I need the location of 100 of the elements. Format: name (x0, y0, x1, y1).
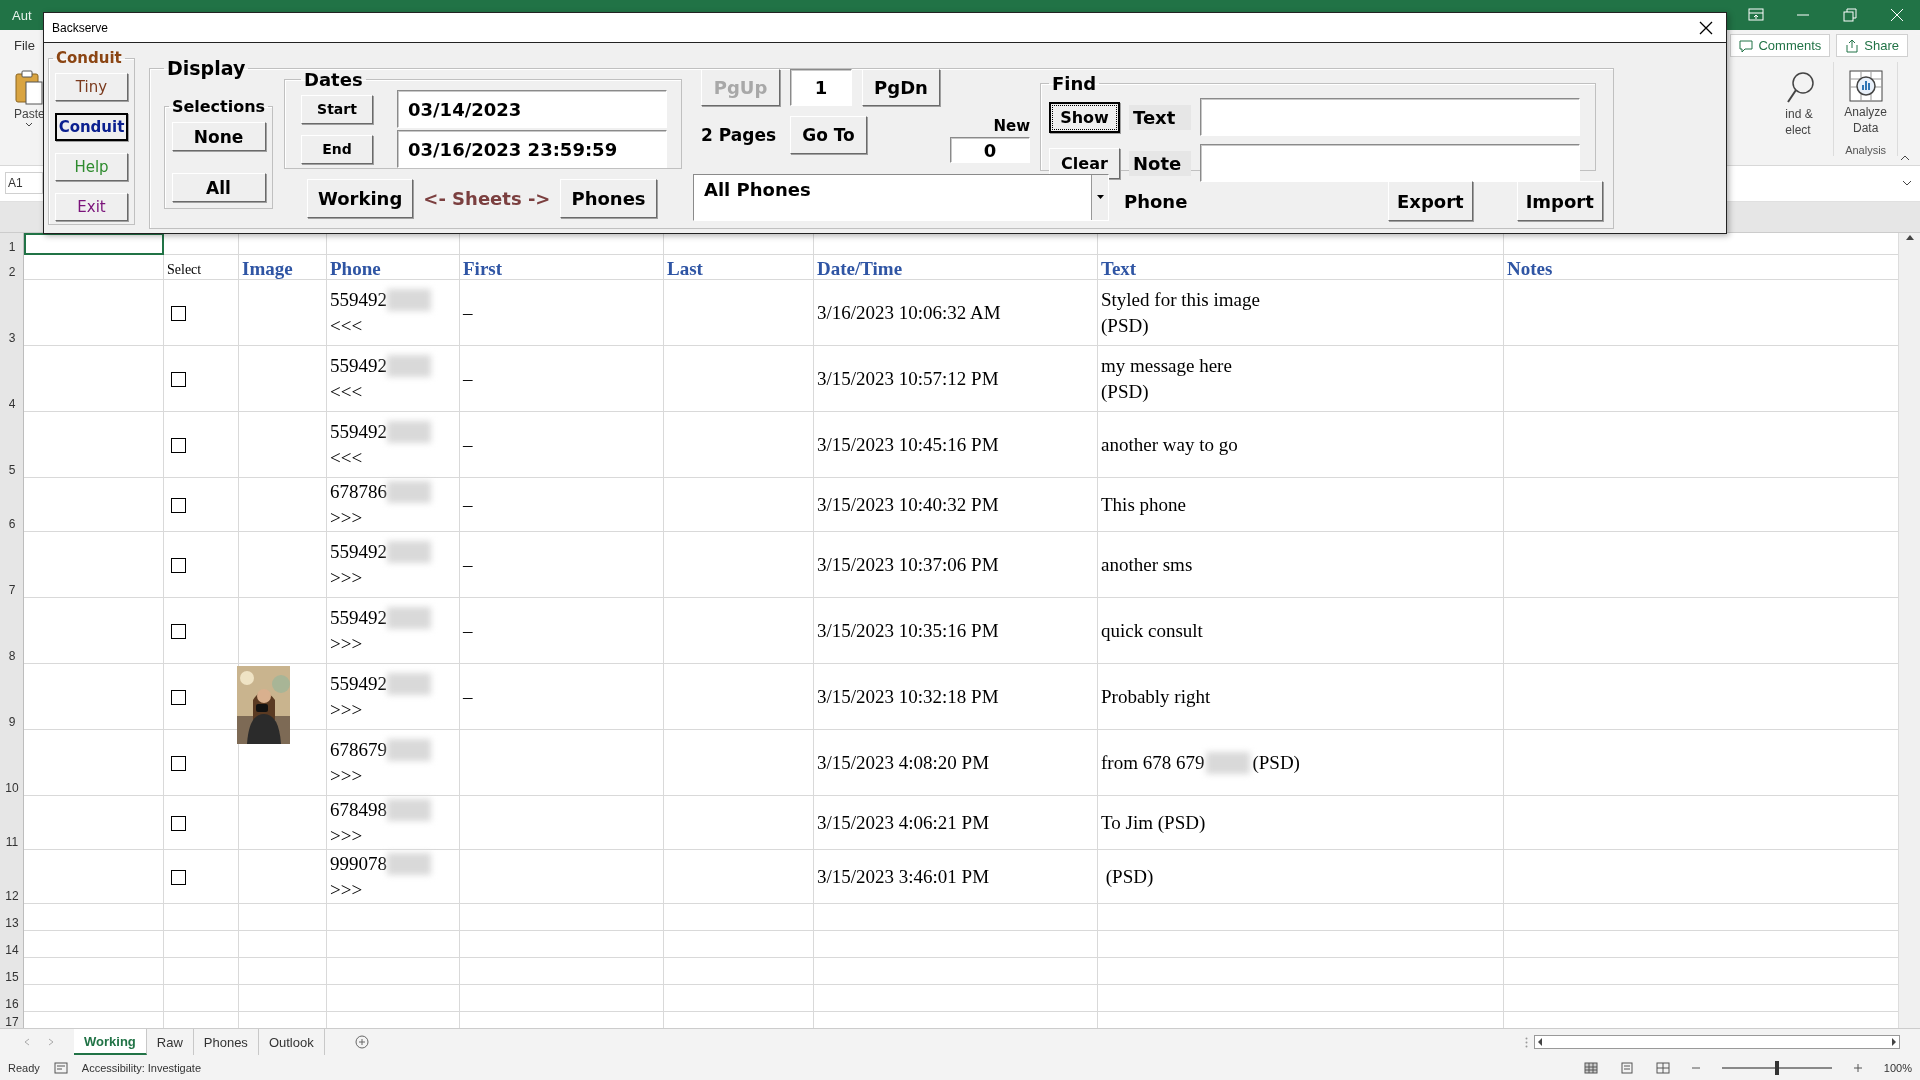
scroll-right-icon[interactable] (1891, 1038, 1897, 1047)
row-number: 8 (7, 648, 17, 665)
dropdown-icon[interactable] (1096, 195, 1104, 199)
redaction-blur (387, 421, 431, 444)
checkbox[interactable] (171, 371, 186, 387)
scroll-left-icon[interactable] (1537, 1038, 1543, 1047)
comments-button[interactable]: Comments (1730, 34, 1831, 58)
table-header: Notes (1506, 257, 1554, 281)
start-button[interactable]: Start (301, 94, 373, 124)
table-cell: – (463, 434, 473, 457)
page-down-button[interactable]: PgDn (862, 69, 940, 106)
ribbon-label: elect (1785, 121, 1811, 138)
frame-title: Conduit (55, 49, 123, 67)
redaction-blur (387, 673, 431, 696)
chart-magnifier-icon[interactable] (1848, 69, 1883, 104)
accessibility-status[interactable]: Accessibility: Investigate (81, 1061, 201, 1074)
split-handle-icon[interactable] (1525, 1036, 1528, 1048)
export-button[interactable]: Export (1388, 181, 1473, 221)
checkbox[interactable] (171, 815, 186, 831)
nav-button[interactable]: Tiny (55, 73, 128, 101)
table-cell: 3/15/2023 10:57:12 PM (817, 368, 999, 391)
table-cell-text: >>> (330, 878, 364, 903)
status-text: Ready (8, 1061, 40, 1074)
checkbox[interactable] (171, 497, 186, 513)
checkbox[interactable] (171, 437, 186, 453)
page-count: 2 Pages (701, 125, 778, 145)
ribbon-display-icon[interactable] (1747, 7, 1764, 23)
table-header: Date/Time (816, 257, 904, 281)
table-cell-text: Styled for this image (1101, 288, 1260, 313)
table-cell-text: 678679 (330, 738, 387, 763)
table-cell-text: (PSD) (1104, 865, 1154, 890)
horizontal-scrollbar[interactable] (1534, 1035, 1900, 1050)
import-button[interactable]: Import (1516, 181, 1603, 221)
checkbox[interactable] (171, 869, 186, 885)
page-break-icon[interactable] (1655, 1061, 1670, 1074)
table-cell: 3/16/2023 10:06:32 AM (817, 302, 1001, 325)
dropdown-icon[interactable] (1902, 180, 1912, 187)
date-field[interactable]: 03/14/2023 (397, 90, 667, 128)
nav-button[interactable]: Exit (55, 193, 128, 221)
new-count-field[interactable]: 0 (950, 137, 1030, 163)
checkbox[interactable] (171, 755, 186, 771)
redaction-blur (387, 289, 431, 312)
sheet-button[interactable]: Phones (560, 179, 657, 218)
table-cell: – (463, 554, 473, 577)
table-cell: 3/15/2023 10:40:32 PM (817, 494, 999, 517)
scrollbar[interactable] (1898, 233, 1920, 1029)
table-cell-text: This phone (1101, 493, 1186, 518)
table-cell-text: Probably right (1101, 685, 1211, 710)
table-cell-text: 999078 (330, 852, 387, 877)
checkbox[interactable] (171, 557, 186, 573)
checkbox[interactable] (171, 623, 186, 639)
table-header: First (462, 257, 504, 281)
normal-view-icon[interactable] (1583, 1061, 1598, 1074)
sheets-label: <- Sheets -> (423, 188, 551, 209)
redaction-blur (387, 355, 431, 378)
select-button[interactable]: All (171, 173, 266, 202)
select-button[interactable]: None (171, 122, 266, 151)
nav-button[interactable]: Help (55, 153, 128, 181)
table-cell-text: 559492 (330, 420, 387, 445)
share-button[interactable]: Share (1836, 34, 1908, 58)
table-cell-text: another way to go (1101, 433, 1238, 458)
row-number: 9 (7, 714, 17, 731)
table-cell: – (463, 368, 473, 391)
table-cell-text: (PSD) (1101, 380, 1150, 405)
end-button[interactable]: End (301, 134, 373, 164)
table-cell-text: To Jim (PSD) (1101, 811, 1206, 836)
table-cell-text: >>> (330, 764, 364, 789)
table-header: Image (241, 257, 294, 281)
row-number: 11 (4, 834, 20, 851)
nav-button[interactable]: Conduit (55, 113, 128, 141)
collapse-icon[interactable] (1900, 154, 1910, 161)
restore-icon[interactable] (1841, 7, 1858, 23)
table-cell: 3/15/2023 10:45:16 PM (817, 434, 999, 457)
sheet-button[interactable]: Working (307, 179, 414, 218)
date-field[interactable]: 03/16/2023 23:59:59 (397, 130, 667, 168)
close-icon (1699, 20, 1713, 35)
slider-thumb[interactable] (1774, 1060, 1779, 1075)
phone-dropdown[interactable]: All Phones (693, 173, 1109, 221)
text-field[interactable] (1200, 98, 1580, 136)
table-cell-text: from 678 679 (1101, 751, 1205, 776)
text-field[interactable] (1200, 144, 1580, 182)
clipboard-icon[interactable] (14, 69, 45, 106)
table-cell-text: 559492 (330, 672, 387, 697)
table-cell-text: <<< (330, 380, 364, 405)
checkbox[interactable] (171, 689, 186, 705)
table-cell-text: my message here (1101, 354, 1232, 379)
page-field[interactable]: 1 (790, 69, 852, 106)
zoom-in-icon[interactable] (1853, 1063, 1862, 1072)
go-to-button[interactable]: Go To (790, 116, 867, 154)
name-box[interactable]: A1 (5, 172, 43, 195)
sheet-tab[interactable]: Working (74, 1029, 147, 1056)
table-cell-text: >>> (330, 506, 364, 531)
phone-label: Phone (1124, 189, 1189, 212)
show-button[interactable]: Show (1049, 101, 1120, 133)
close-icon[interactable] (1888, 7, 1905, 23)
menu-item[interactable]: File (14, 38, 35, 54)
field-label: Text (1129, 104, 1191, 130)
add-sheet-icon[interactable] (354, 1035, 369, 1050)
checkbox[interactable] (171, 305, 186, 321)
zoom-level[interactable]: 100% (1883, 1061, 1912, 1074)
